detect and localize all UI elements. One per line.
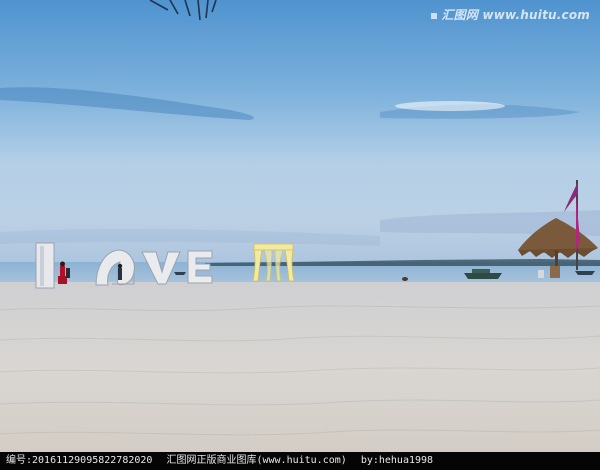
watermark-text: 汇图网 www.huitu.com	[441, 8, 590, 22]
footer-id: 编号:20161129095822782020	[6, 455, 153, 466]
beach-scene-illustration	[0, 0, 600, 452]
letter-e	[187, 250, 213, 284]
white-cloud	[395, 101, 505, 111]
huitu-logo-icon	[431, 13, 438, 19]
footer-site: 汇图网正版商业图库(www.huitu.com)	[166, 455, 347, 466]
small-boat	[174, 272, 186, 275]
letter-l	[35, 242, 55, 289]
distant-boat	[575, 271, 595, 275]
person-figure	[117, 263, 123, 280]
watermark-top: 汇图网 www.huitu.com	[431, 6, 590, 23]
small-animal	[402, 277, 408, 281]
footer-author: by:hehua1998	[360, 455, 434, 466]
footer-bar: 编号:20161129095822782020 汇图网正版商业图库(www.hu…	[0, 452, 600, 470]
beach-photo: 汇图网 www.huitu.com	[0, 0, 600, 452]
